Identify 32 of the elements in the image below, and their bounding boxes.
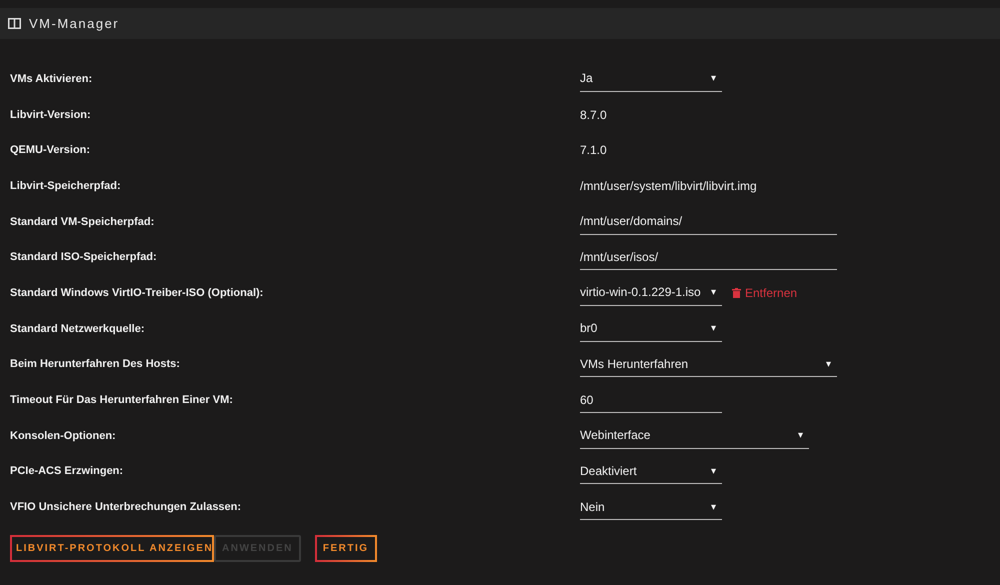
field-label: Standard ISO-Speicherpfad: — [10, 251, 158, 264]
field-label: Standard Windows VirtIO-Treiber-ISO (Optional): — [10, 286, 264, 299]
dropdown[interactable]: Deaktiviert ▾ — [580, 458, 722, 484]
form-button[interactable]: FERTIG — [314, 535, 377, 562]
dropdown[interactable]: Ja ▾ — [580, 66, 722, 92]
field-label: VFIO Unsichere Unterbrechungen Zulassen: — [10, 501, 242, 514]
field-label: Timeout Für Das Herunterfahren Einer VM: — [10, 394, 234, 406]
field-label: QEMU-Version: — [10, 144, 92, 156]
field-label: Libvirt-Speicherpfad: — [10, 180, 122, 192]
input-field[interactable]: 60 — [580, 387, 722, 414]
dropdown[interactable]: virtio-win-0.1.229-1.iso ▾ — [580, 280, 722, 306]
field-value: 8.7.0 — [580, 108, 607, 122]
remove-link[interactable]: Entfernen — [732, 286, 798, 300]
show-log-button[interactable]: LIBVIRT-PROTOKOLL ANZEIGEN — [10, 535, 214, 562]
field-value: 7.1.0 — [580, 143, 607, 158]
field-label: Standard Netzwerkquelle: — [10, 322, 146, 335]
field-label: VMs Aktivieren: — [10, 72, 94, 85]
field-label: PCIe-ACS Erzwingen: — [10, 465, 124, 478]
field-label: Konsolen-Optionen: — [10, 430, 117, 442]
dropdown[interactable]: Nein ▾ — [580, 494, 722, 520]
panel-title: VM-Manager — [29, 16, 120, 31]
field-label: Libvirt-Version: — [10, 108, 92, 121]
field-label: Beim Herunterfahren Des Hosts: — [10, 358, 181, 370]
trash-icon — [732, 288, 741, 298]
input-field[interactable]: /mnt/user/domains/ — [580, 208, 837, 235]
field-label: Standard VM-Speicherpfad: — [10, 216, 156, 228]
input-field[interactable]: /mnt/user/isos/ — [580, 244, 837, 270]
dropdown[interactable]: br0 ▾ — [580, 316, 722, 342]
columns-icon — [8, 18, 21, 29]
dropdown[interactable]: Webinterface ▾ — [580, 422, 809, 449]
dropdown[interactable]: VMs Herunterfahren ▾ — [580, 351, 837, 378]
field-value: /mnt/user/system/libvirt/libvirt.img — [580, 178, 757, 193]
